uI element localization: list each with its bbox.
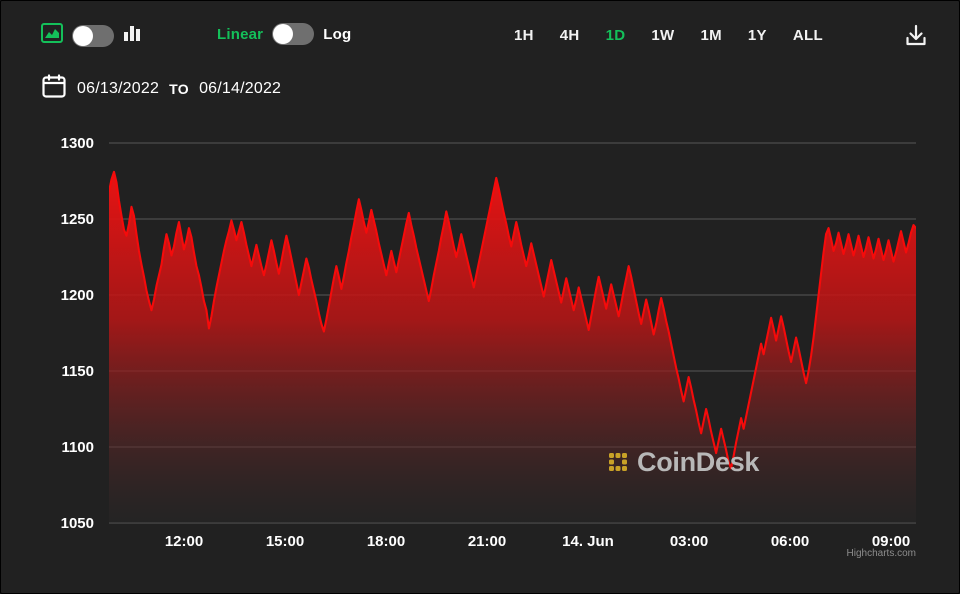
price-chart-svg[interactable]: 1050 1100 1150 1200 1250 1300 12:00 15:00 18:00… — [1, 113, 960, 583]
x-axis-tick-label: 21:00 — [468, 533, 506, 550]
date-range-start[interactable]: 06/13/2022 — [77, 80, 159, 98]
download-button[interactable] — [903, 23, 929, 49]
y-axis-tick-label: 1250 — [61, 211, 94, 228]
highcharts-credit[interactable]: Highcharts.com — [847, 548, 916, 559]
y-axis-tick-label: 1150 — [61, 363, 94, 380]
date-range-separator: TO — [169, 80, 190, 97]
download-icon — [903, 24, 929, 52]
range-button-1w[interactable]: 1W — [650, 25, 675, 46]
x-axis-tick-label: 12:00 — [165, 533, 203, 550]
x-axis-tick-label: 14. Jun — [562, 533, 614, 550]
x-axis-tick-label: 15:00 — [266, 533, 304, 550]
y-axis-tick-label: 1200 — [61, 287, 94, 304]
range-button-1h[interactable]: 1H — [513, 25, 535, 46]
range-button-1m[interactable]: 1M — [699, 25, 722, 46]
x-axis-tick-label: 18:00 — [367, 533, 405, 550]
scale-toggle-group: Linear Log — [217, 23, 351, 45]
chart-type-switch-knob — [73, 25, 93, 46]
price-chart[interactable]: 1050 1100 1150 1200 1250 1300 12:00 15:00 18:00… — [1, 113, 960, 583]
chart-type-switch[interactable] — [72, 24, 114, 47]
y-axis-labels: 1050 1100 1150 1200 1250 1300 — [61, 135, 94, 532]
calendar-icon — [41, 73, 67, 104]
range-button-1y[interactable]: 1Y — [747, 25, 768, 46]
chart-type-toggle-group — [41, 23, 141, 48]
y-axis-tick-label: 1300 — [61, 135, 94, 152]
range-button-1d[interactable]: 1D — [605, 25, 627, 46]
time-range-group: 1H 4H 1D 1W 1M 1Y ALL — [513, 25, 824, 46]
coindesk-watermark-label: CoinDesk — [637, 447, 760, 477]
bar-chart-icon[interactable] — [123, 23, 141, 48]
date-range-picker[interactable]: 06/13/2022 TO 06/14/2022 — [41, 73, 281, 104]
scale-switch[interactable] — [272, 23, 315, 45]
area-chart-icon[interactable] — [41, 23, 63, 48]
y-axis-tick-label: 1100 — [61, 439, 94, 456]
x-axis-tick-label: 03:00 — [670, 533, 708, 550]
range-button-all[interactable]: ALL — [792, 25, 824, 46]
date-range-end[interactable]: 06/14/2022 — [199, 80, 281, 98]
x-axis-tick-label: 06:00 — [771, 533, 809, 550]
scale-switch-knob — [273, 24, 294, 44]
chart-toolbar: Linear Log 1H 4H 1D 1W 1M 1Y ALL — [1, 1, 959, 63]
y-axis-tick-label: 1050 — [61, 515, 94, 532]
chart-widget: Linear Log 1H 4H 1D 1W 1M 1Y ALL 06/13/2… — [0, 0, 960, 594]
scale-label-log[interactable]: Log — [323, 26, 351, 43]
x-axis-labels: 12:00 15:00 18:00 21:00 14. Jun 03:00 06:00 09:… — [165, 533, 910, 550]
range-button-4h[interactable]: 4H — [559, 25, 581, 46]
scale-label-linear[interactable]: Linear — [217, 26, 263, 43]
